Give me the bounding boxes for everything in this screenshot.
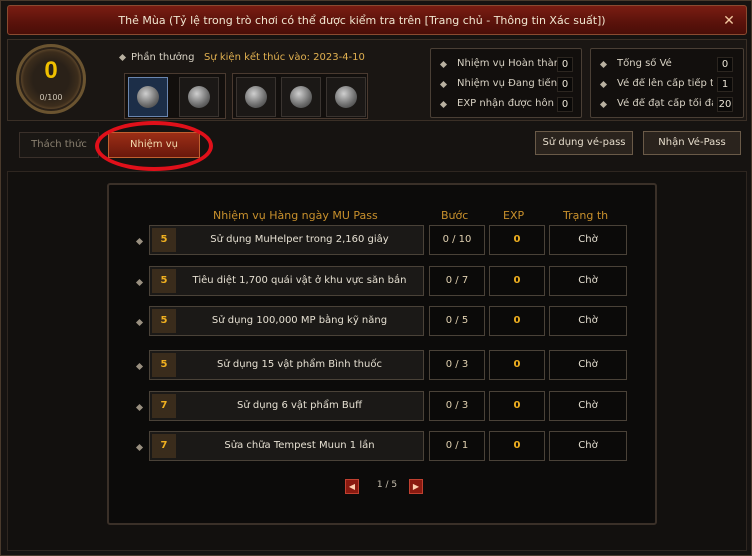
- mission-cell: 7 Sử dụng 6 vật phẩm Buff: [149, 391, 424, 421]
- stat-row: Vé để đạt cấp tối đa 20: [599, 97, 739, 113]
- mission-stats-box: Nhiệm vụ Hoàn thàr 0 Nhiệm vụ Đang tiến 0 …: [430, 48, 582, 118]
- step-cell: 0 / 3: [429, 350, 485, 380]
- reward-slot[interactable]: [281, 77, 321, 117]
- page-indicator: 1 / 5: [376, 480, 398, 490]
- mission-text: Tiêu diệt 1,700 quái vật ở khu vực săn b…: [192, 275, 407, 286]
- exp-cell: 0: [489, 431, 545, 461]
- exp-cell: 0: [489, 266, 545, 296]
- reward-group-pass: [232, 73, 368, 119]
- mission-text: Sử dụng MuHelper trong 2,160 giây: [210, 234, 389, 245]
- header-status: Trạng th: [563, 209, 609, 222]
- reward-slot[interactable]: [128, 77, 168, 117]
- rune-icon: [335, 86, 357, 108]
- potion-icon: [137, 86, 159, 108]
- header-step: Bước: [441, 209, 469, 222]
- stat-row: Nhiệm vụ Hoàn thàr 0: [439, 57, 575, 73]
- mission-points: 5: [152, 269, 176, 293]
- mission-text: Sửa chữa Tempest Muun 1 lần: [224, 440, 375, 451]
- exp-cell: 0: [489, 391, 545, 421]
- gear-icon: [290, 86, 312, 108]
- level-badge: 0 0/100: [16, 44, 86, 114]
- mission-cell: 5 Sử dụng MuHelper trong 2,160 giây: [149, 225, 424, 255]
- status-cell: Chờ: [549, 266, 627, 296]
- mission-text: Sử dụng 15 vật phẩm Bình thuốc: [217, 359, 382, 370]
- bullet-icon: [599, 100, 608, 109]
- mission-points: 5: [152, 228, 176, 252]
- mission-text: Sử dụng 6 vật phẩm Buff: [237, 400, 362, 411]
- mission-cell: 5 Sử dụng 100,000 MP bằng kỹ năng: [149, 306, 424, 336]
- mission-cell: 5 Sử dụng 15 vật phẩm Bình thuốc: [149, 350, 424, 380]
- bullet-icon: [599, 60, 608, 69]
- reward-slot[interactable]: [179, 77, 219, 117]
- step-cell: 0 / 3: [429, 391, 485, 421]
- tab-challenge[interactable]: Thách thức: [19, 132, 99, 158]
- get-pass-button[interactable]: Nhận Vé-Pass: [643, 131, 741, 155]
- highlight-ring: [95, 121, 213, 171]
- window-title: Thẻ Mùa (Tỷ lệ trong trò chơi có thể đượ…: [118, 14, 606, 27]
- stat-row: EXP nhận được hôn 0: [439, 97, 575, 113]
- gem-icon: [245, 86, 267, 108]
- status-cell: Chờ: [549, 391, 627, 421]
- close-icon[interactable]: ✕: [720, 12, 738, 30]
- rune-icon: [188, 86, 210, 108]
- reward-group-free: [124, 73, 226, 119]
- event-end-date: Sự kiện kết thúc vào: 2023-4-10: [204, 52, 365, 63]
- bullet-icon: [439, 100, 448, 109]
- reward-slot[interactable]: [236, 77, 276, 117]
- use-pass-button[interactable]: Sử dụng vé-pass: [535, 131, 633, 155]
- top-panel: 0 0/100 Phần thưởng Sự kiện kết thúc vào…: [7, 39, 747, 121]
- mission-points: 5: [152, 353, 176, 377]
- header-exp: EXP: [503, 209, 525, 222]
- stat-row: Tổng số Vé 0: [599, 57, 739, 73]
- exp-cell: 0: [489, 350, 545, 380]
- status-cell: Chờ: [549, 225, 627, 255]
- step-cell: 0 / 10: [429, 225, 485, 255]
- stat-row: Vé để lên cấp tiếp tì 1: [599, 77, 739, 93]
- rewards-label: Phần thưởng: [118, 52, 194, 63]
- mission-points: 7: [152, 394, 176, 418]
- status-cell: Chờ: [549, 431, 627, 461]
- pass-stats-box: Tổng số Vé 0 Vé để lên cấp tiếp tì 1 Vé để…: [590, 48, 744, 118]
- step-cell: 0 / 7: [429, 266, 485, 296]
- exp-cell: 0: [489, 225, 545, 255]
- stat-row: Nhiệm vụ Đang tiến 0: [439, 77, 575, 93]
- bullet-icon: [439, 60, 448, 69]
- step-cell: 0 / 5: [429, 306, 485, 336]
- level-exp: 0/100: [39, 93, 63, 102]
- mission-text: Sử dụng 100,000 MP bằng kỹ năng: [211, 315, 388, 326]
- header-mission: Nhiệm vụ Hàng ngày MU Pass: [213, 209, 378, 222]
- exp-cell: 0: [489, 306, 545, 336]
- mission-cell: 7 Sửa chữa Tempest Muun 1 lần: [149, 431, 424, 461]
- mission-points: 5: [152, 309, 176, 333]
- status-cell: Chờ: [549, 306, 627, 336]
- mission-points: 7: [152, 434, 176, 458]
- mission-cell: 5 Tiêu diệt 1,700 quái vật ở khu vực săn …: [149, 266, 424, 296]
- prev-page-icon[interactable]: ◀: [345, 479, 359, 494]
- title-bar: Thẻ Mùa (Tỷ lệ trong trò chơi có thể đượ…: [7, 5, 747, 35]
- level-value: 0: [44, 57, 58, 84]
- status-cell: Chờ: [549, 350, 627, 380]
- bullet-icon: [439, 80, 448, 89]
- next-page-icon[interactable]: ▶: [409, 479, 423, 494]
- mupass-window: Thẻ Mùa (Tỷ lệ trong trò chơi có thể đượ…: [0, 0, 752, 556]
- reward-slot[interactable]: [326, 77, 366, 117]
- bullet-icon: [599, 80, 608, 89]
- step-cell: 0 / 1: [429, 431, 485, 461]
- bullet-icon: [118, 53, 127, 61]
